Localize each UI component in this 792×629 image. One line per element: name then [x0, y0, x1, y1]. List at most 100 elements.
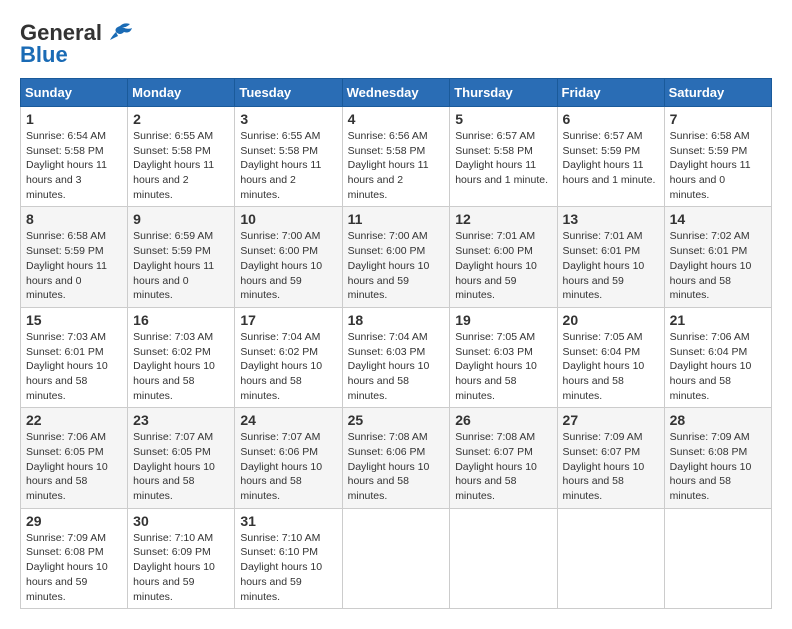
day-info: Sunrise: 6:55 AM Sunset: 5:58 PM Dayligh…	[240, 129, 336, 202]
calendar-cell: 14 Sunrise: 7:02 AM Sunset: 6:01 PM Dayl…	[664, 207, 771, 307]
day-number: 4	[348, 111, 445, 127]
day-number: 17	[240, 312, 336, 328]
day-number: 14	[670, 211, 766, 227]
day-info: Sunrise: 7:03 AM Sunset: 6:02 PM Dayligh…	[133, 330, 229, 403]
header-monday: Monday	[128, 79, 235, 107]
calendar-cell: 6 Sunrise: 6:57 AM Sunset: 5:59 PM Dayli…	[557, 107, 664, 207]
calendar-cell: 25 Sunrise: 7:08 AM Sunset: 6:06 PM Dayl…	[342, 408, 450, 508]
day-number: 19	[455, 312, 551, 328]
calendar-cell: 27 Sunrise: 7:09 AM Sunset: 6:07 PM Dayl…	[557, 408, 664, 508]
calendar-cell: 21 Sunrise: 7:06 AM Sunset: 6:04 PM Dayl…	[664, 307, 771, 407]
day-info: Sunrise: 7:03 AM Sunset: 6:01 PM Dayligh…	[26, 330, 122, 403]
calendar-cell: 19 Sunrise: 7:05 AM Sunset: 6:03 PM Dayl…	[450, 307, 557, 407]
calendar-cell: 17 Sunrise: 7:04 AM Sunset: 6:02 PM Dayl…	[235, 307, 342, 407]
day-info: Sunrise: 7:07 AM Sunset: 6:06 PM Dayligh…	[240, 430, 336, 503]
calendar-cell	[557, 508, 664, 608]
logo: General Blue	[20, 20, 134, 68]
day-number: 23	[133, 412, 229, 428]
day-number: 20	[563, 312, 659, 328]
calendar-cell: 31 Sunrise: 7:10 AM Sunset: 6:10 PM Dayl…	[235, 508, 342, 608]
calendar-cell: 26 Sunrise: 7:08 AM Sunset: 6:07 PM Dayl…	[450, 408, 557, 508]
day-info: Sunrise: 7:06 AM Sunset: 6:05 PM Dayligh…	[26, 430, 122, 503]
day-info: Sunrise: 7:08 AM Sunset: 6:06 PM Dayligh…	[348, 430, 445, 503]
day-info: Sunrise: 6:55 AM Sunset: 5:58 PM Dayligh…	[133, 129, 229, 202]
calendar-cell: 13 Sunrise: 7:01 AM Sunset: 6:01 PM Dayl…	[557, 207, 664, 307]
day-info: Sunrise: 6:56 AM Sunset: 5:58 PM Dayligh…	[348, 129, 445, 202]
day-number: 7	[670, 111, 766, 127]
day-info: Sunrise: 7:05 AM Sunset: 6:03 PM Dayligh…	[455, 330, 551, 403]
day-number: 26	[455, 412, 551, 428]
calendar-cell: 5 Sunrise: 6:57 AM Sunset: 5:58 PM Dayli…	[450, 107, 557, 207]
day-number: 11	[348, 211, 445, 227]
calendar-cell: 8 Sunrise: 6:58 AM Sunset: 5:59 PM Dayli…	[21, 207, 128, 307]
calendar-cell: 16 Sunrise: 7:03 AM Sunset: 6:02 PM Dayl…	[128, 307, 235, 407]
calendar-cell: 29 Sunrise: 7:09 AM Sunset: 6:08 PM Dayl…	[21, 508, 128, 608]
day-number: 12	[455, 211, 551, 227]
day-info: Sunrise: 7:08 AM Sunset: 6:07 PM Dayligh…	[455, 430, 551, 503]
calendar-cell: 18 Sunrise: 7:04 AM Sunset: 6:03 PM Dayl…	[342, 307, 450, 407]
calendar-cell: 20 Sunrise: 7:05 AM Sunset: 6:04 PM Dayl…	[557, 307, 664, 407]
calendar-cell: 10 Sunrise: 7:00 AM Sunset: 6:00 PM Dayl…	[235, 207, 342, 307]
day-info: Sunrise: 7:09 AM Sunset: 6:08 PM Dayligh…	[26, 531, 122, 604]
calendar-week-row: 29 Sunrise: 7:09 AM Sunset: 6:08 PM Dayl…	[21, 508, 772, 608]
day-info: Sunrise: 7:09 AM Sunset: 6:07 PM Dayligh…	[563, 430, 659, 503]
calendar-week-row: 15 Sunrise: 7:03 AM Sunset: 6:01 PM Dayl…	[21, 307, 772, 407]
day-number: 9	[133, 211, 229, 227]
header-friday: Friday	[557, 79, 664, 107]
day-number: 18	[348, 312, 445, 328]
header-sunday: Sunday	[21, 79, 128, 107]
day-info: Sunrise: 6:58 AM Sunset: 5:59 PM Dayligh…	[26, 229, 122, 302]
day-info: Sunrise: 7:04 AM Sunset: 6:03 PM Dayligh…	[348, 330, 445, 403]
day-info: Sunrise: 7:07 AM Sunset: 6:05 PM Dayligh…	[133, 430, 229, 503]
day-info: Sunrise: 7:09 AM Sunset: 6:08 PM Dayligh…	[670, 430, 766, 503]
day-info: Sunrise: 6:58 AM Sunset: 5:59 PM Dayligh…	[670, 129, 766, 202]
header-tuesday: Tuesday	[235, 79, 342, 107]
calendar-cell: 23 Sunrise: 7:07 AM Sunset: 6:05 PM Dayl…	[128, 408, 235, 508]
day-info: Sunrise: 7:01 AM Sunset: 6:00 PM Dayligh…	[455, 229, 551, 302]
calendar-cell: 12 Sunrise: 7:01 AM Sunset: 6:00 PM Dayl…	[450, 207, 557, 307]
header-wednesday: Wednesday	[342, 79, 450, 107]
day-number: 22	[26, 412, 122, 428]
day-number: 31	[240, 513, 336, 529]
calendar-week-row: 1 Sunrise: 6:54 AM Sunset: 5:58 PM Dayli…	[21, 107, 772, 207]
day-number: 21	[670, 312, 766, 328]
calendar-week-row: 22 Sunrise: 7:06 AM Sunset: 6:05 PM Dayl…	[21, 408, 772, 508]
day-number: 28	[670, 412, 766, 428]
day-info: Sunrise: 7:00 AM Sunset: 6:00 PM Dayligh…	[240, 229, 336, 302]
day-info: Sunrise: 7:06 AM Sunset: 6:04 PM Dayligh…	[670, 330, 766, 403]
day-info: Sunrise: 7:10 AM Sunset: 6:09 PM Dayligh…	[133, 531, 229, 604]
day-info: Sunrise: 7:02 AM Sunset: 6:01 PM Dayligh…	[670, 229, 766, 302]
calendar-cell	[450, 508, 557, 608]
day-number: 30	[133, 513, 229, 529]
day-number: 24	[240, 412, 336, 428]
day-number: 15	[26, 312, 122, 328]
day-info: Sunrise: 7:10 AM Sunset: 6:10 PM Dayligh…	[240, 531, 336, 604]
logo-text-blue: Blue	[20, 42, 68, 68]
day-info: Sunrise: 7:04 AM Sunset: 6:02 PM Dayligh…	[240, 330, 336, 403]
calendar-table: SundayMondayTuesdayWednesdayThursdayFrid…	[20, 78, 772, 609]
day-number: 10	[240, 211, 336, 227]
calendar-cell: 15 Sunrise: 7:03 AM Sunset: 6:01 PM Dayl…	[21, 307, 128, 407]
calendar-cell	[342, 508, 450, 608]
calendar-cell: 7 Sunrise: 6:58 AM Sunset: 5:59 PM Dayli…	[664, 107, 771, 207]
header-saturday: Saturday	[664, 79, 771, 107]
calendar-cell: 24 Sunrise: 7:07 AM Sunset: 6:06 PM Dayl…	[235, 408, 342, 508]
calendar-cell: 30 Sunrise: 7:10 AM Sunset: 6:09 PM Dayl…	[128, 508, 235, 608]
logo-bird-icon	[106, 22, 134, 44]
day-number: 16	[133, 312, 229, 328]
calendar-cell: 2 Sunrise: 6:55 AM Sunset: 5:58 PM Dayli…	[128, 107, 235, 207]
day-info: Sunrise: 6:57 AM Sunset: 5:59 PM Dayligh…	[563, 129, 659, 188]
day-info: Sunrise: 7:01 AM Sunset: 6:01 PM Dayligh…	[563, 229, 659, 302]
day-number: 5	[455, 111, 551, 127]
calendar-cell: 28 Sunrise: 7:09 AM Sunset: 6:08 PM Dayl…	[664, 408, 771, 508]
calendar-week-row: 8 Sunrise: 6:58 AM Sunset: 5:59 PM Dayli…	[21, 207, 772, 307]
calendar-cell: 3 Sunrise: 6:55 AM Sunset: 5:58 PM Dayli…	[235, 107, 342, 207]
header-thursday: Thursday	[450, 79, 557, 107]
calendar-cell	[664, 508, 771, 608]
day-info: Sunrise: 6:57 AM Sunset: 5:58 PM Dayligh…	[455, 129, 551, 188]
calendar-cell: 11 Sunrise: 7:00 AM Sunset: 6:00 PM Dayl…	[342, 207, 450, 307]
day-info: Sunrise: 6:54 AM Sunset: 5:58 PM Dayligh…	[26, 129, 122, 202]
day-number: 8	[26, 211, 122, 227]
day-number: 1	[26, 111, 122, 127]
day-number: 27	[563, 412, 659, 428]
